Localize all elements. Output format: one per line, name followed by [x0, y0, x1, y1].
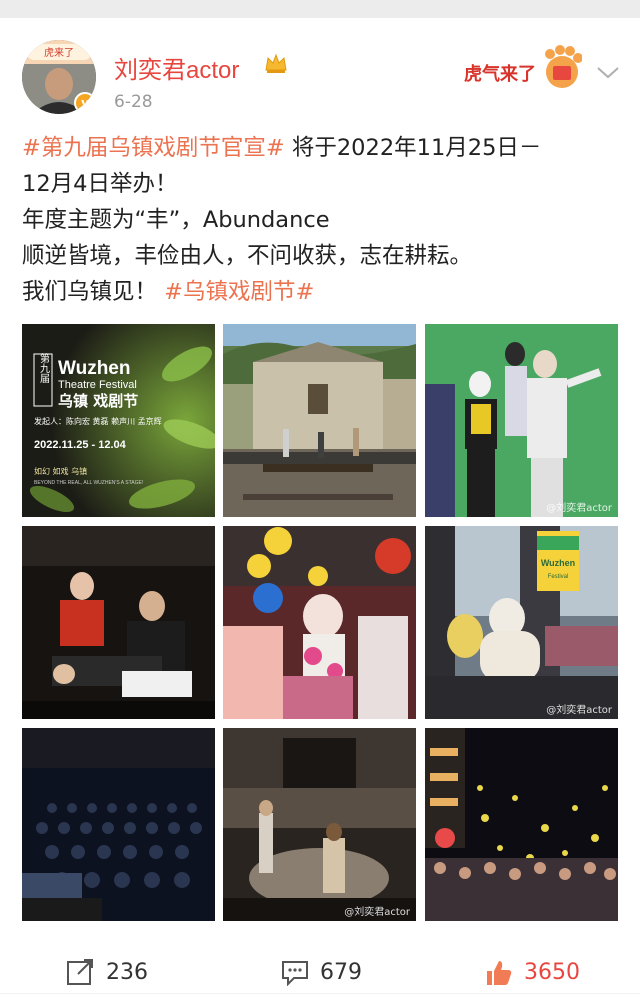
like-button[interactable]: 3650 — [484, 958, 604, 988]
post-text-line-4: 顺逆皆境，丰俭由人，不问收获，志在耕耘。 — [22, 243, 473, 269]
photo-dark-stage[interactable] — [22, 526, 215, 719]
photo-festival-poster[interactable]: 第九届 Wuzhen Theatre Festival 乌镇 戏剧节 发起人：陈… — [22, 324, 215, 517]
photo-street-bears[interactable]: Wuzhen Festival @刘奕君actor — [425, 526, 618, 719]
poster-sponsors: 发起人：陈向宏 黄磊 赖声川 孟京辉 — [34, 416, 162, 426]
poster-subtitle: Theatre Festival — [58, 379, 137, 391]
watermark: @刘奕君actor — [344, 907, 410, 918]
photo-green-stage[interactable]: @刘奕君actor — [425, 324, 618, 517]
username[interactable]: 刘奕君actor — [114, 50, 239, 85]
watermark: @刘奕君actor — [546, 705, 612, 716]
poster-dates: 2022.11.25 - 12.04 — [34, 439, 127, 451]
hashtag-link[interactable]: #第九届乌镇戏剧节官宣# — [22, 135, 285, 161]
tiger-badge-text: 虎气来了 — [464, 63, 536, 85]
like-count: 3650 — [524, 960, 580, 985]
photo-night-crowd[interactable] — [425, 728, 618, 921]
watermark: @刘奕君actor — [546, 503, 612, 514]
repost-count: 236 — [106, 960, 148, 985]
avatar-label: 虎来了 — [44, 47, 74, 59]
post-text-line-3: 年度主题为“丰”，Abundance — [22, 207, 330, 233]
weibo-post-card: 虎来了 v 刘奕君actor 6-28 虎气来了 #第九届乌镇戏剧节官宣# 将于… — [0, 18, 640, 993]
comment-count: 679 — [320, 960, 362, 985]
post-text-segment: 我们乌镇见！ — [22, 279, 165, 305]
repost-button[interactable]: 236 — [66, 958, 186, 988]
post-date: 6-28 — [114, 92, 153, 112]
photo-grid: 第九届 Wuzhen Theatre Festival 乌镇 戏剧节 发起人：陈… — [22, 324, 618, 922]
photo-balloon-performers[interactable] — [223, 526, 416, 719]
top-strip — [0, 0, 640, 18]
chevron-down-icon[interactable] — [594, 62, 622, 82]
crown-icon — [265, 53, 287, 73]
photo-theatre-audience[interactable] — [22, 728, 215, 921]
repost-icon — [67, 959, 93, 985]
avatar[interactable]: 虎来了 v — [22, 40, 96, 114]
comment-icon — [282, 961, 308, 986]
thumbs-up-icon — [487, 961, 512, 985]
flag-brand: Wuzhen — [541, 558, 575, 568]
post-text-line-1: #第九届乌镇戏剧节官宣# 将于2022年11月25日－ — [22, 130, 622, 166]
poster-vertical-text: 第九届 — [38, 352, 50, 384]
tiger-badge-icon: 虎气来了 — [464, 45, 582, 88]
poster-slogan-en: BEYOND THE REAL, ALL WUZHEN'S A STAGE! — [34, 480, 143, 486]
verified-badge-icon: v — [74, 92, 96, 114]
flag-sub: Festival — [548, 574, 569, 580]
photo-outdoor-stage[interactable] — [223, 324, 416, 517]
poster-slogan: 如幻 如戏 乌镇 — [34, 466, 87, 476]
hashtag-link[interactable]: #乌镇戏剧节# — [164, 279, 314, 305]
post-header: 虎来了 v 刘奕君actor 6-28 虎气来了 — [22, 40, 622, 126]
post-actions-bar: 236 679 3650 — [0, 950, 640, 994]
post-text-line-2: 12月4日举办！ — [22, 171, 178, 197]
poster-cn-title: 乌镇 戏剧节 — [58, 392, 138, 410]
comment-button[interactable]: 679 — [280, 958, 400, 988]
post-text: #第九届乌镇戏剧节官宣# 将于2022年11月25日－ 12月4日举办！ 年度主… — [22, 130, 622, 310]
poster-brand: Wuzhen — [58, 358, 130, 379]
post-text-segment: 将于2022年11月25日－ — [284, 135, 542, 161]
photo-courtyard-performance[interactable]: @刘奕君actor — [223, 728, 416, 921]
post-text-line-5: 我们乌镇见！ #乌镇戏剧节# — [22, 274, 622, 310]
